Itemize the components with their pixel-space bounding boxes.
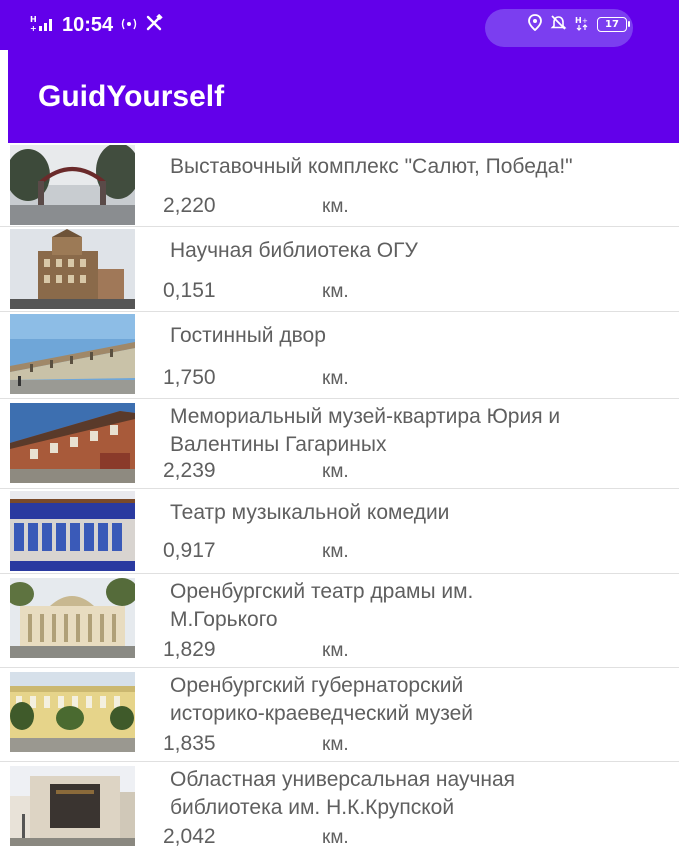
place-thumbnail xyxy=(10,403,135,483)
list-item[interactable]: Театр музыкальной комедии 0,917 км. xyxy=(0,489,679,574)
status-bar: H + 10:54 H + 17 xyxy=(0,0,679,50)
svg-text:+: + xyxy=(582,17,588,25)
place-name-line2: Валентины Гагариных xyxy=(170,433,387,456)
place-name-line2: библиотека им. Н.К.Крупской xyxy=(170,796,455,819)
bell-off-icon xyxy=(550,14,567,35)
list-item[interactable]: Научная библиотека ОГУ 0,151 км. xyxy=(0,227,679,312)
network-type-icon: H + xyxy=(575,15,589,35)
place-thumbnail xyxy=(10,766,135,846)
list-item[interactable]: Оренбургский губернаторский историко-кра… xyxy=(0,668,679,762)
place-thumbnail xyxy=(10,314,135,394)
app-screen: H + 10:54 H + 17 GuidYourself Выставочны… xyxy=(0,0,679,854)
place-name-line2: историко-краеведческий музей xyxy=(170,702,473,725)
place-name: Гостинный двор xyxy=(170,324,326,347)
svg-text:H: H xyxy=(30,15,36,24)
place-thumbnail xyxy=(10,229,135,309)
status-icons-right: H + 17 xyxy=(528,14,630,35)
place-distance: 2,220 xyxy=(163,194,216,217)
signal-icon: H + xyxy=(30,14,56,36)
place-distance: 2,042 xyxy=(163,825,216,848)
place-thumbnail xyxy=(10,491,135,571)
battery-icon: 17 xyxy=(597,17,630,32)
svg-text:+: + xyxy=(30,24,36,32)
place-name: Театр музыкальной комедии xyxy=(170,501,450,524)
place-name: Областная универсальная научная библиоте… xyxy=(170,766,675,822)
place-name: Оренбургский губернаторский историко-кра… xyxy=(170,672,675,728)
tools-icon xyxy=(145,13,163,37)
app-title: GuidYourself xyxy=(38,79,225,113)
place-thumbnail xyxy=(10,672,135,752)
nfc-icon xyxy=(121,17,137,34)
list-item[interactable]: Выставочный комплекс "Салют, Победа!" 2,… xyxy=(0,143,679,227)
distance-unit: км. xyxy=(322,640,349,661)
distance-unit: км. xyxy=(322,281,349,302)
place-distance: 1,750 xyxy=(163,366,216,389)
distance-unit: км. xyxy=(322,827,349,848)
place-distance: 1,829 xyxy=(163,638,216,661)
place-name: Мемориальный музей-квартира Юрия и Вален… xyxy=(170,403,675,459)
place-name: Научная библиотека ОГУ xyxy=(170,239,418,262)
distance-unit: км. xyxy=(322,368,349,389)
place-name: Оренбургский театр драмы им. М.Горького xyxy=(170,578,675,634)
app-bar: GuidYourself xyxy=(8,50,679,143)
location-pin-icon xyxy=(528,14,542,35)
distance-unit: км. xyxy=(322,541,349,562)
place-thumbnail xyxy=(10,578,135,658)
place-name-line1: Мемориальный музей-квартира Юрия и xyxy=(170,405,561,428)
distance-unit: км. xyxy=(322,461,349,482)
distance-unit: км. xyxy=(322,196,349,217)
list-item[interactable]: Гостинный двор 1,750 км. xyxy=(0,312,679,399)
place-name-line1: Оренбургский губернаторский xyxy=(170,674,464,697)
distance-unit: км. xyxy=(322,734,349,755)
place-distance: 0,917 xyxy=(163,539,216,562)
list-item[interactable]: Областная универсальная научная библиоте… xyxy=(0,762,679,854)
status-time: 10:54 xyxy=(62,13,114,36)
place-distance: 2,239 xyxy=(163,459,216,482)
place-name-line1: Оренбургский театр драмы им. xyxy=(170,580,474,603)
list-item[interactable]: Оренбургский театр драмы им. М.Горького … xyxy=(0,574,679,668)
place-distance: 1,835 xyxy=(163,732,216,755)
list-item[interactable]: Мемориальный музей-квартира Юрия и Вален… xyxy=(0,399,679,489)
place-thumbnail xyxy=(10,145,135,225)
place-name: Выставочный комплекс "Салют, Победа!" xyxy=(170,155,573,178)
place-name-line1: Областная универсальная научная xyxy=(170,768,516,791)
place-distance: 0,151 xyxy=(163,279,216,302)
svg-text:H: H xyxy=(575,16,582,25)
place-name-line2: М.Горького xyxy=(170,608,278,631)
